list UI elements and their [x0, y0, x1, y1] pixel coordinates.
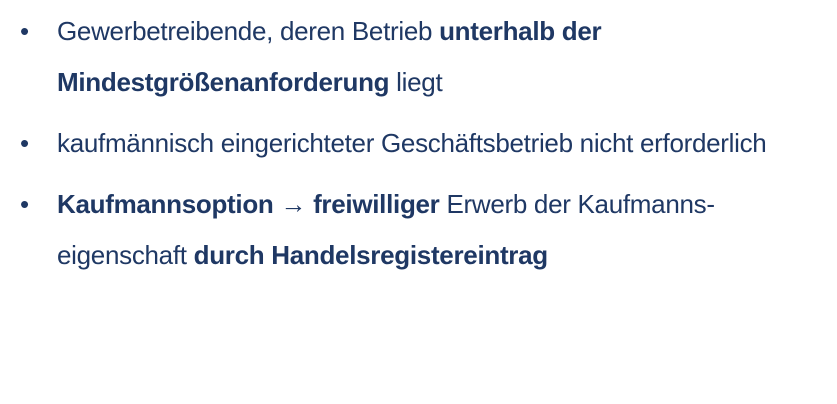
bullet-item-mindestgroesse: • Gewerbetreibende, deren Betrieb unterh…: [0, 6, 837, 108]
bullet-text-bold: freiwilliger: [313, 189, 440, 219]
bullet-list: • Gewerbetreibende, deren Betrieb unterh…: [0, 6, 837, 291]
bullet-dot-icon: •: [20, 128, 29, 158]
bullet-dot-icon: •: [20, 16, 29, 46]
bullet-dot-icon: •: [20, 189, 29, 219]
bullet-item-kaufmannsoption: • Kaufmannsoption → freiwilliger Erwerb …: [0, 179, 837, 281]
bullet-text: kaufmännisch eingerichteter Geschäftsbet…: [57, 128, 767, 158]
bullet-text: liegt: [389, 67, 443, 97]
bullet-item-geschaeftsbetrieb: • kaufmännisch eingerichteter Geschäftsb…: [0, 118, 837, 169]
arrow-icon: →: [273, 189, 314, 219]
slide: • Gewerbetreibende, deren Betrieb unterh…: [0, 0, 837, 404]
bullet-text-bold: Kaufmannsoption: [57, 189, 274, 219]
bullet-text: Gewerbetreibende, deren Betrieb: [57, 16, 440, 46]
bullet-text-bold: durch Handelsregistereintrag: [193, 240, 549, 270]
